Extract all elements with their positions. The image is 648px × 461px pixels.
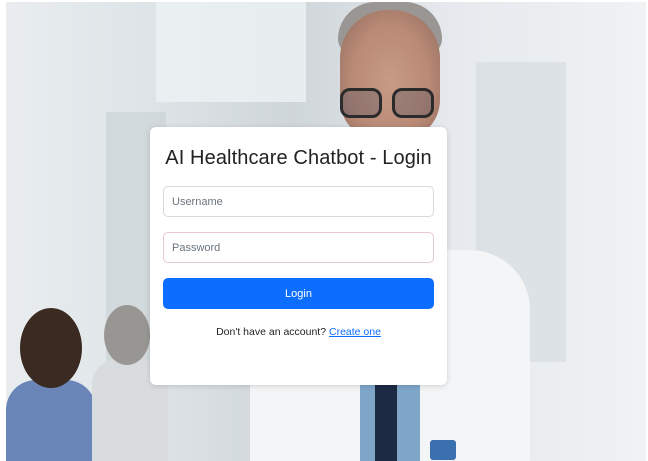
doctor-head-illustration [340, 10, 440, 140]
login-title: AI Healthcare Chatbot - Login [165, 147, 432, 169]
signup-text: Don't have an account? Create one [163, 326, 434, 338]
login-button[interactable]: Login [163, 278, 434, 309]
username-input[interactable] [163, 186, 434, 217]
person-illustration [20, 308, 82, 388]
signup-prompt: Don't have an account? [216, 326, 327, 338]
glasses-illustration [338, 88, 438, 120]
person-illustration [104, 305, 150, 365]
login-card: AI Healthcare Chatbot - Login Login Don'… [150, 127, 447, 385]
id-badge-illustration [430, 440, 456, 460]
password-input[interactable] [163, 232, 434, 263]
login-page: AI Healthcare Chatbot - Login Login Don'… [0, 0, 648, 461]
create-account-link[interactable]: Create one [329, 326, 381, 338]
